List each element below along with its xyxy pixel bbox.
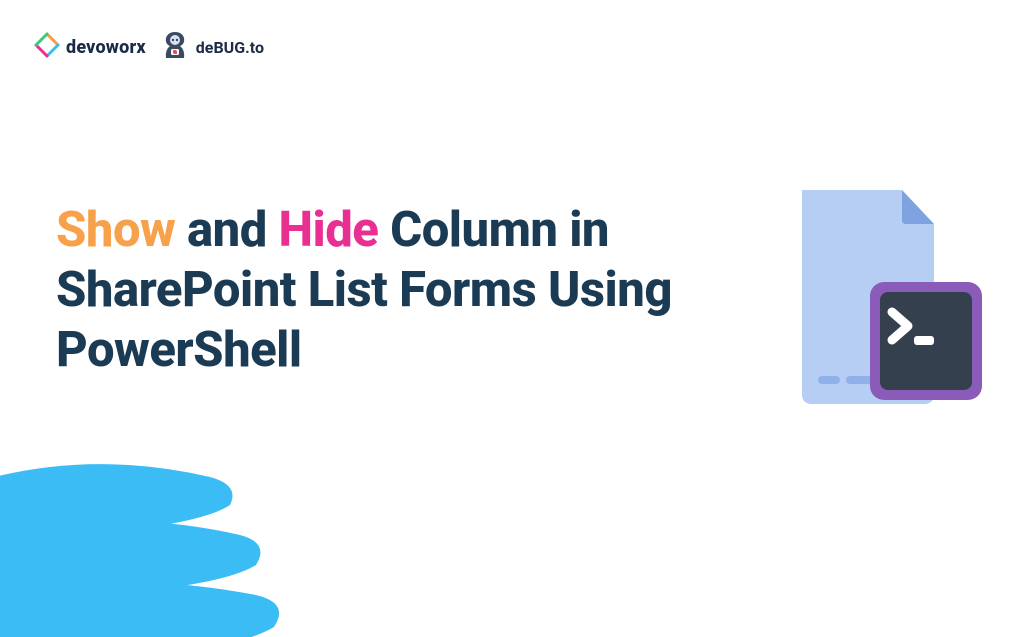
brush-stroke-icon [0,417,300,637]
slide: devoworx deBUG.to Show and Hide Column i… [0,0,1024,637]
title-word-and: and [175,201,278,258]
illustration [784,180,984,440]
devoworx-logo-icon [34,32,60,62]
terminal-icon [870,282,982,400]
debugto-logo: deBUG.to [160,28,264,66]
debugto-logo-icon [160,28,190,66]
title-word-show: Show [56,201,175,258]
debugto-wordmark: deBUG.to [196,38,264,57]
logo-row: devoworx deBUG.to [34,28,264,66]
devoworx-wordmark: devoworx [66,37,146,58]
page-title: Show and Hide Column in SharePoint List … [56,200,776,379]
devoworx-logo: devoworx [34,32,146,62]
title-word-hide: Hide [278,201,378,258]
